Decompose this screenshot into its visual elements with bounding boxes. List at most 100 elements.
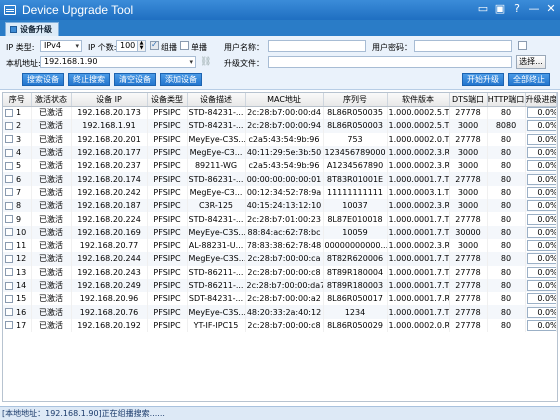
row-checkbox[interactable] — [5, 268, 13, 277]
row-index: 1 — [16, 108, 22, 118]
password-input[interactable] — [414, 40, 512, 52]
table-row[interactable]: 10 已激活 192.168.20.169 PFSIPC MeyEye-C3S... 88… — [3, 225, 557, 239]
table-cell: PFSIPC — [147, 132, 188, 146]
table-cell: 89211-WG — [187, 159, 246, 173]
table-row[interactable]: 8 已激活 192.168.20.187 PFSIPC C3R-125 40:15:24:… — [3, 199, 557, 213]
table-row[interactable]: 7 已激活 192.168.20.242 PFSIPC MegEye-C3... 00:1… — [3, 185, 557, 200]
row-checkbox[interactable] — [5, 108, 13, 117]
row-checkbox[interactable] — [5, 135, 13, 144]
row-checkbox[interactable] — [5, 215, 13, 224]
upgrade-file-input[interactable] — [268, 56, 512, 68]
table-cell: 80 — [487, 145, 526, 160]
save-icon[interactable]: ▣ — [493, 2, 507, 16]
ip-type-select[interactable]: IPv4 — [40, 40, 82, 52]
browse-button[interactable]: 选择... — [516, 55, 546, 69]
column-header[interactable]: 序列号 — [323, 93, 388, 107]
table-row[interactable]: 6 已激活 192.168.20.174 PFSIPC STD-86231-... 00:… — [3, 172, 557, 186]
row-checkbox[interactable] — [5, 321, 13, 330]
column-header[interactable]: 设备 IP — [71, 93, 148, 107]
start-upgrade-button[interactable]: 开始升级 — [462, 73, 504, 86]
table-cell: PFSIPC — [147, 305, 188, 319]
table-row[interactable]: 5 已激活 192.168.20.237 PFSIPC 89211-WG c2a5:43:… — [3, 159, 557, 173]
clear-devices-button[interactable]: 清空设备 — [114, 73, 156, 86]
row-checkbox[interactable] — [5, 308, 13, 317]
table-cell: 27778 — [449, 132, 488, 146]
row-checkbox[interactable] — [5, 148, 13, 157]
row-checkbox[interactable] — [5, 294, 13, 303]
row-index-cell: 13 — [3, 265, 32, 279]
search-devices-button[interactable]: 搜索设备 — [22, 73, 64, 86]
tab-device-upgrade[interactable]: 设备升级 — [5, 22, 59, 36]
row-index: 11 — [16, 241, 27, 251]
stop-search-button[interactable]: 终止搜索 — [68, 73, 110, 86]
table-row[interactable]: 15 已激活 192.168.20.96 PFSIPC SDT-84231-... 2c:… — [3, 292, 557, 306]
row-index-cell: 11 — [3, 238, 32, 253]
upgrade-progress: 0.0% — [526, 253, 555, 265]
column-header[interactable]: 设备描述 — [187, 93, 246, 107]
table-row[interactable]: 17 已激活 192.168.20.192 PFSIPC YT-IF-IPC15 2c:2… — [3, 318, 557, 333]
table-row[interactable]: 3 已激活 192.168.20.201 PFSIPC MeyEye-C3S... c2a… — [3, 132, 557, 146]
table-row[interactable]: 12 已激活 192.168.20.244 PFSIPC MegEye-C3S... 2c… — [3, 252, 557, 266]
table-row[interactable]: 11 已激活 192.168.20.77 PFSIPC AL-88231-U... 78:… — [3, 238, 557, 253]
table-row[interactable]: 16 已激活 192.168.20.76 PFSIPC MeyEye-C3S... 48:… — [3, 305, 557, 319]
table-cell: 1.000.0001.7.R — [387, 292, 450, 306]
table-row[interactable]: 1 已激活 192.168.20.173 PFSIPC STD-84231-... 2c:… — [3, 106, 557, 120]
row-checkbox[interactable] — [5, 281, 13, 290]
column-header[interactable]: 设备类型 — [147, 93, 188, 107]
row-checkbox[interactable] — [5, 254, 13, 263]
row-checkbox[interactable] — [5, 188, 13, 197]
column-header[interactable]: 升级进度 — [525, 93, 557, 107]
show-password-checkbox[interactable] — [518, 41, 527, 50]
upgrade-progress: 0.0% — [526, 293, 555, 305]
column-header[interactable]: 软件版本 — [387, 93, 450, 107]
table-cell: 已激活 — [31, 119, 72, 133]
table-cell: 192.168.20.237 — [71, 159, 148, 173]
close-icon[interactable]: ✕ — [544, 2, 558, 16]
row-checkbox[interactable] — [5, 241, 13, 250]
ip-count-stepper[interactable]: 100 ▲ ▼ — [116, 40, 146, 52]
row-checkbox[interactable] — [5, 228, 13, 237]
add-device-button[interactable]: 添加设备 — [160, 73, 202, 86]
spin-arrows-icon[interactable]: ▲ ▼ — [137, 41, 145, 51]
column-header[interactable]: 序号 — [3, 93, 32, 107]
multicast-checkbox[interactable] — [150, 40, 159, 50]
row-checkbox[interactable] — [5, 121, 13, 130]
table-cell: YT-IF-IPC15 — [187, 318, 246, 333]
upgrade-progress: 0.0% — [526, 306, 555, 318]
table-row[interactable]: 14 已激活 192.168.20.249 PFSIPC STD-86211-... 2c… — [3, 278, 557, 293]
progress-cell: 0.0% — [525, 185, 557, 200]
row-index: 9 — [16, 214, 22, 224]
table-cell: 30000 — [449, 225, 488, 239]
column-header[interactable]: MAC地址 — [245, 93, 324, 107]
local-address-select[interactable]: 192.168.1.90 — [40, 56, 196, 68]
column-header[interactable]: HTTP端口 — [487, 93, 526, 107]
row-checkbox[interactable] — [5, 175, 13, 184]
table-row[interactable]: 4 已激活 192.168.20.177 PFSIPC MegEye-C3... 40:1… — [3, 145, 557, 160]
help-icon[interactable]: ? — [510, 2, 524, 16]
table-cell: 40:15:24:13:12:10 — [245, 199, 324, 213]
row-checkbox[interactable] — [5, 161, 13, 170]
upgrade-progress: 0.0% — [526, 107, 555, 119]
stop-all-button[interactable]: 全部终止 — [508, 73, 550, 86]
table-cell: C3R-125 — [187, 199, 246, 213]
table-cell: 192.168.20.244 — [71, 252, 148, 266]
row-checkbox[interactable] — [5, 201, 13, 210]
folder-icon[interactable]: ▭ — [476, 2, 490, 16]
row-index: 12 — [16, 254, 27, 264]
minimize-icon[interactable]: — — [527, 2, 541, 16]
column-header[interactable]: 激活状态 — [31, 93, 72, 107]
table-cell: 80 — [487, 185, 526, 200]
row-index: 5 — [16, 161, 22, 171]
column-header[interactable]: DTS端口 — [449, 93, 488, 107]
table-cell: 27778 — [449, 172, 488, 186]
table-row[interactable]: 9 已激活 192.168.20.224 PFSIPC STD-84231-... 2c:… — [3, 212, 557, 226]
table-row[interactable]: 13 已激活 192.168.20.243 PFSIPC STD-86211-... 2c… — [3, 265, 557, 279]
unicast-checkbox[interactable] — [180, 41, 189, 50]
table-cell: 40:11:29:5e:3b:50 — [245, 145, 324, 160]
link-icon[interactable]: ⛓ — [200, 57, 211, 67]
row-index: 4 — [16, 148, 22, 158]
row-index: 16 — [16, 307, 27, 317]
table-row[interactable]: 2 已激活 192.168.1.91 PFSIPC STD-84231-... 2c:28… — [3, 119, 557, 133]
table-cell: MeyEye-C3S... — [187, 132, 246, 146]
username-input[interactable] — [268, 40, 366, 52]
